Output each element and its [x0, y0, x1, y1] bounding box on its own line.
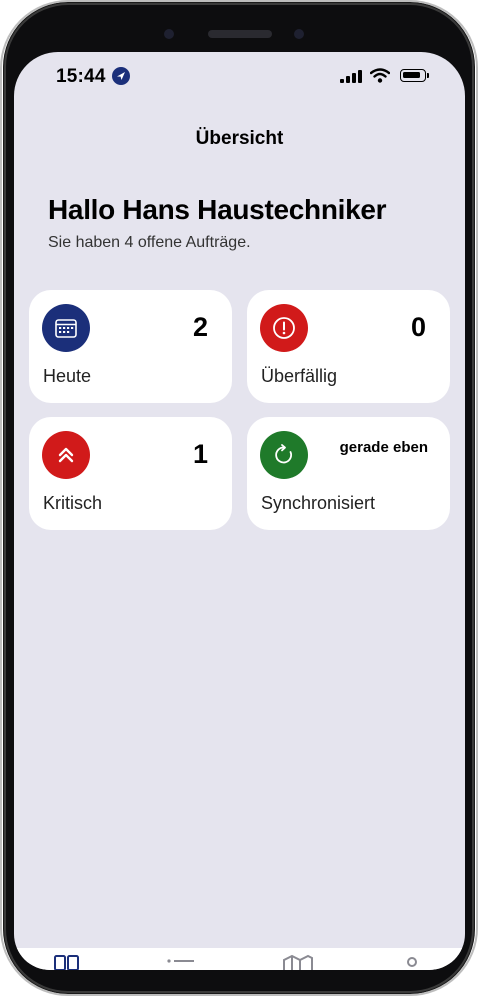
overdue-count: 0	[410, 312, 426, 342]
sync-icon	[260, 431, 308, 479]
card-sync[interactable]: gerade eben Synchronisiert	[247, 417, 450, 530]
critical-count: 1	[192, 439, 208, 469]
status-time: 15:44	[56, 66, 106, 87]
greeting-title: Hallo Hans Haustechniker	[48, 194, 387, 225]
location-icon	[112, 67, 130, 85]
calendar-icon	[42, 304, 90, 352]
sync-status: gerade eben	[339, 439, 428, 456]
app-screen: 15:44 Übersicht Hallo Hans Haustechniker…	[14, 52, 465, 970]
today-label: Heute	[43, 366, 92, 386]
page-title: Übersicht	[195, 128, 284, 149]
status-bar: 15:44	[14, 62, 465, 90]
earpiece-speaker	[208, 30, 272, 38]
front-camera	[294, 29, 304, 39]
card-today[interactable]: 2 Heute	[29, 290, 232, 403]
card-critical[interactable]: 1 Kritisch	[29, 417, 232, 530]
chevrons-up-icon	[42, 431, 90, 479]
critical-label: Kritisch	[43, 493, 103, 513]
alert-icon	[260, 304, 308, 352]
overdue-label: Überfällig	[261, 366, 338, 386]
sync-label: Synchronisiert	[261, 493, 376, 513]
wifi-icon	[369, 68, 391, 88]
open-orders-summary: Sie haben 4 offene Aufträge.	[48, 234, 251, 251]
today-count: 2	[192, 312, 208, 342]
battery-icon	[400, 69, 429, 82]
tab-bar	[14, 948, 465, 970]
sensor-dot	[164, 29, 174, 39]
list-icon[interactable]	[166, 954, 196, 970]
profile-icon[interactable]	[404, 954, 420, 970]
dashboard-icon[interactable]	[54, 954, 80, 970]
cellular-signal-icon	[340, 70, 362, 83]
card-overdue[interactable]: 0 Überfällig	[247, 290, 450, 403]
map-icon[interactable]	[282, 954, 314, 970]
